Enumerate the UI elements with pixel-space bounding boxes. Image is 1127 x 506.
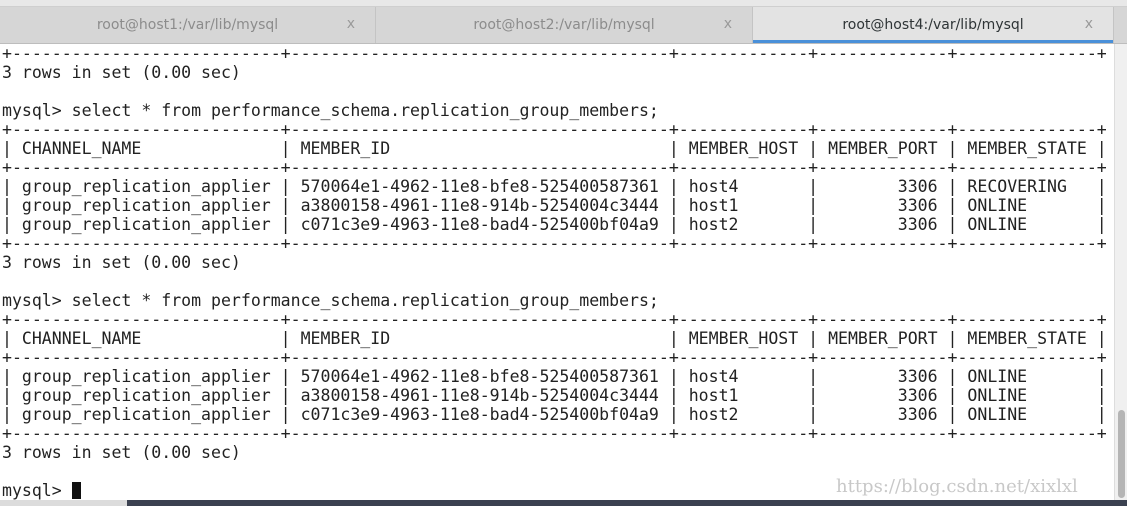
terminal-line: | group_replication_applier | 570064e1-4…: [2, 367, 1107, 386]
terminal-line: 3 rows in set (0.00 sec): [2, 253, 241, 272]
terminal-line: | group_replication_applier | c071c3e9-4…: [2, 215, 1107, 234]
terminal-line: | CHANNEL_NAME | MEMBER_ID | MEMBER_HOST…: [2, 329, 1107, 348]
window-top-strip: [0, 0, 1127, 7]
cursor: [71, 482, 81, 499]
close-icon[interactable]: x: [1085, 16, 1093, 32]
terminal-line: | group_replication_applier | 570064e1-4…: [2, 177, 1107, 196]
terminal-line: mysql> select * from performance_schema.…: [2, 291, 659, 310]
tab-title: root@host4:/var/lib/mysql: [842, 17, 1024, 33]
terminal-line: | group_replication_applier | a3800158-4…: [2, 196, 1107, 215]
watermark: https://blog.csdn.net/xixlxl: [836, 476, 1078, 497]
terminal-line: mysql> select * from performance_schema.…: [2, 101, 659, 120]
tab-title: root@host1:/var/lib/mysql: [96, 17, 279, 33]
terminal-line: 3 rows in set (0.00 sec): [2, 443, 241, 462]
tab-host4[interactable]: root@host4:/var/lib/mysql x: [753, 7, 1114, 43]
close-icon[interactable]: x: [347, 16, 355, 32]
terminal-line: +---------------------------+-----------…: [2, 44, 1107, 63]
terminal-line: 3 rows in set (0.00 sec): [2, 63, 241, 82]
prompt: mysql>: [2, 481, 72, 500]
terminal-line: +---------------------------+-----------…: [2, 348, 1107, 367]
terminal-line: +---------------------------+-----------…: [2, 310, 1107, 329]
tab-host2[interactable]: root@host2:/var/lib/mysql x: [376, 7, 753, 43]
terminal-line: | group_replication_applier | a3800158-4…: [2, 386, 1107, 405]
terminal-line: | CHANNEL_NAME | MEMBER_ID | MEMBER_HOST…: [2, 139, 1107, 158]
terminal-output[interactable]: +---------------------------+-----------…: [2, 44, 1114, 500]
terminal-line: +---------------------------+-----------…: [2, 424, 1107, 443]
close-icon[interactable]: x: [724, 16, 732, 32]
tab-bar: root@host1:/var/lib/mysql x root@host2:/…: [0, 7, 1127, 44]
desktop-bottom-strip: [0, 500, 1127, 506]
tab-host1[interactable]: root@host1:/var/lib/mysql x: [0, 7, 376, 43]
scrollbar[interactable]: [1114, 44, 1127, 500]
terminal-line: +---------------------------+-----------…: [2, 158, 1107, 177]
scrollbar-thumb[interactable]: [1118, 410, 1125, 498]
tab-title: root@host2:/var/lib/mysql: [473, 17, 655, 33]
terminal-line: | group_replication_applier | c071c3e9-4…: [2, 405, 1107, 424]
terminal-line: +---------------------------+-----------…: [2, 120, 1107, 139]
terminal-line: +---------------------------+-----------…: [2, 234, 1107, 253]
